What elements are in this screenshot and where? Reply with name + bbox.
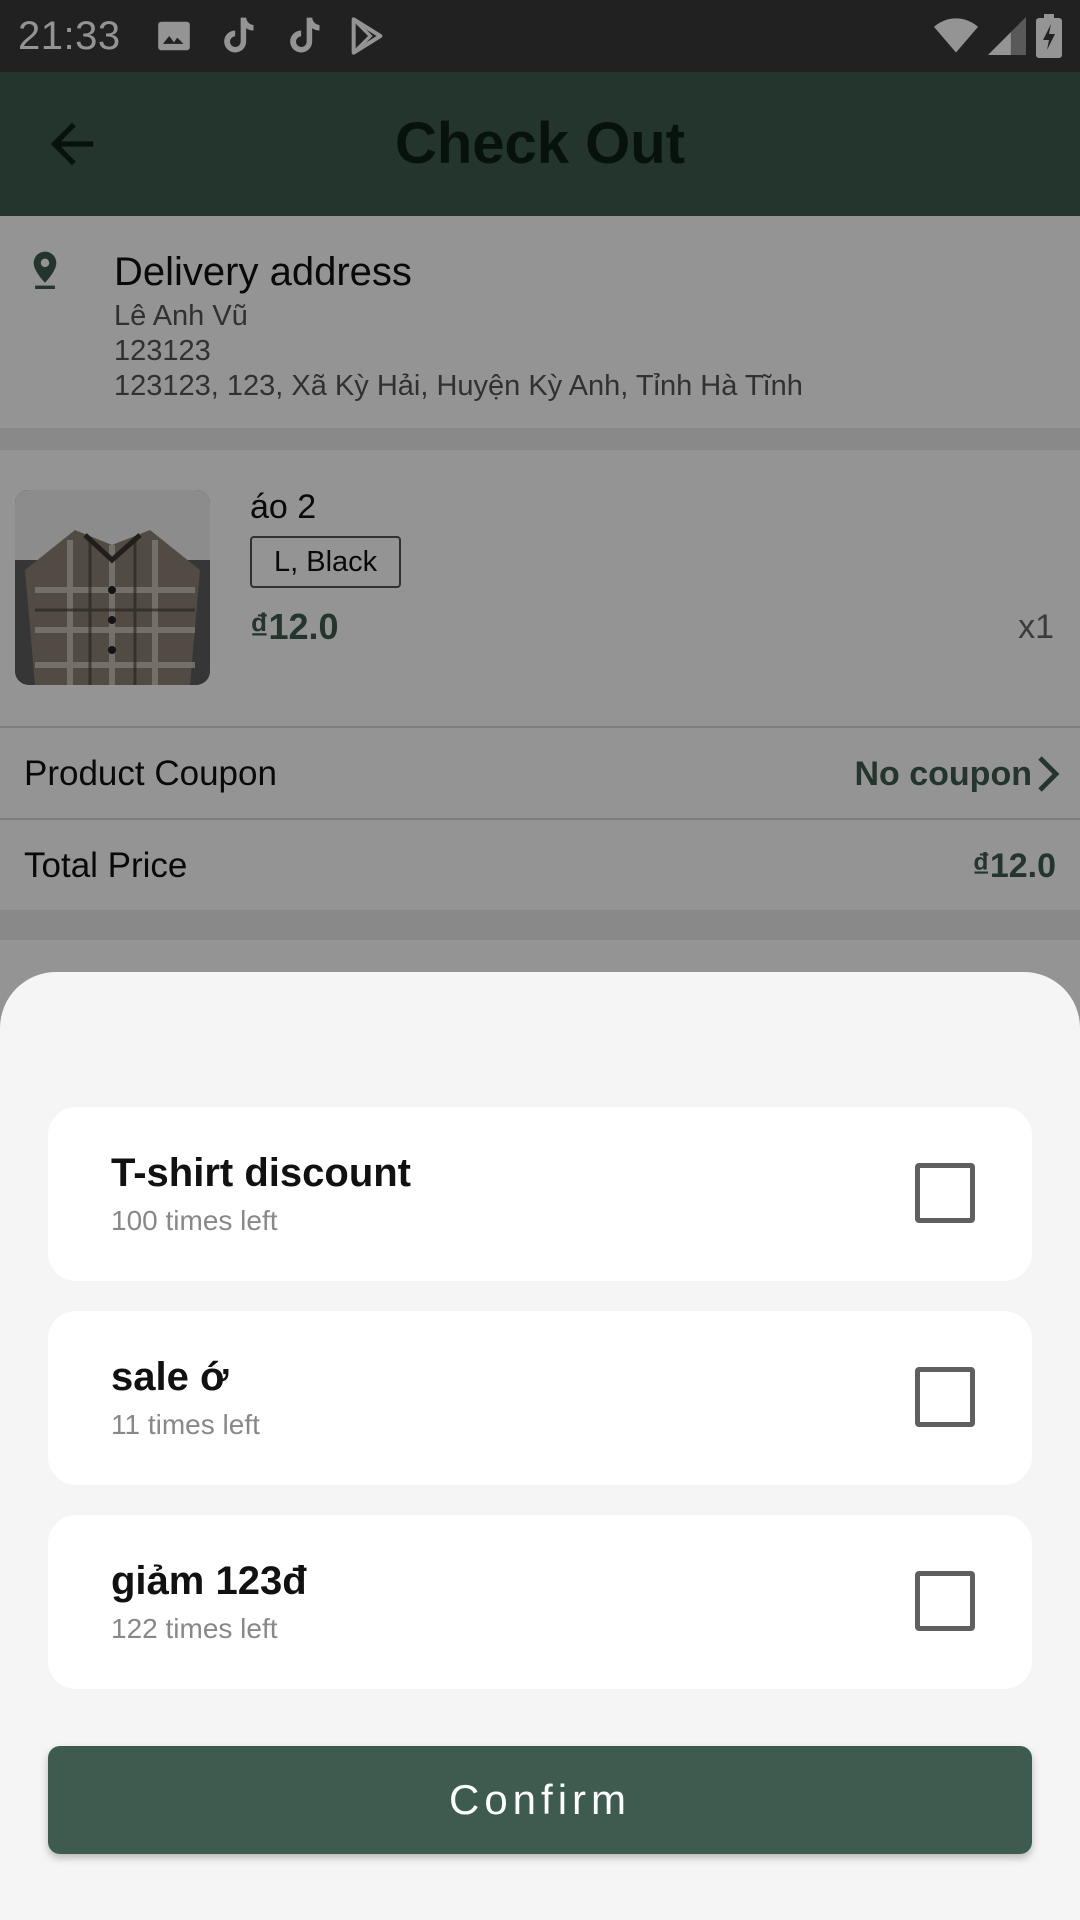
coupon-bottom-sheet: T-shirt discount 100 times left sale ớ 1… — [0, 972, 1080, 1920]
coupon-item[interactable]: sale ớ 11 times left — [48, 1311, 1032, 1485]
coupon-item[interactable]: giảm 123đ 122 times left — [48, 1515, 1032, 1689]
confirm-button[interactable]: Confirm — [48, 1746, 1032, 1854]
coupon-name: giảm 123đ — [111, 1559, 307, 1603]
coupon-uses-left: 11 times left — [111, 1409, 260, 1440]
coupon-item[interactable]: T-shirt discount 100 times left — [48, 1107, 1032, 1281]
coupon-uses-left: 100 times left — [111, 1205, 278, 1236]
coupon-name: sale ớ — [111, 1355, 229, 1399]
coupon-checkbox[interactable] — [915, 1163, 975, 1223]
coupon-checkbox[interactable] — [915, 1571, 975, 1631]
coupon-name: T-shirt discount — [111, 1151, 411, 1195]
coupon-uses-left: 122 times left — [111, 1613, 278, 1644]
coupon-checkbox[interactable] — [915, 1367, 975, 1427]
